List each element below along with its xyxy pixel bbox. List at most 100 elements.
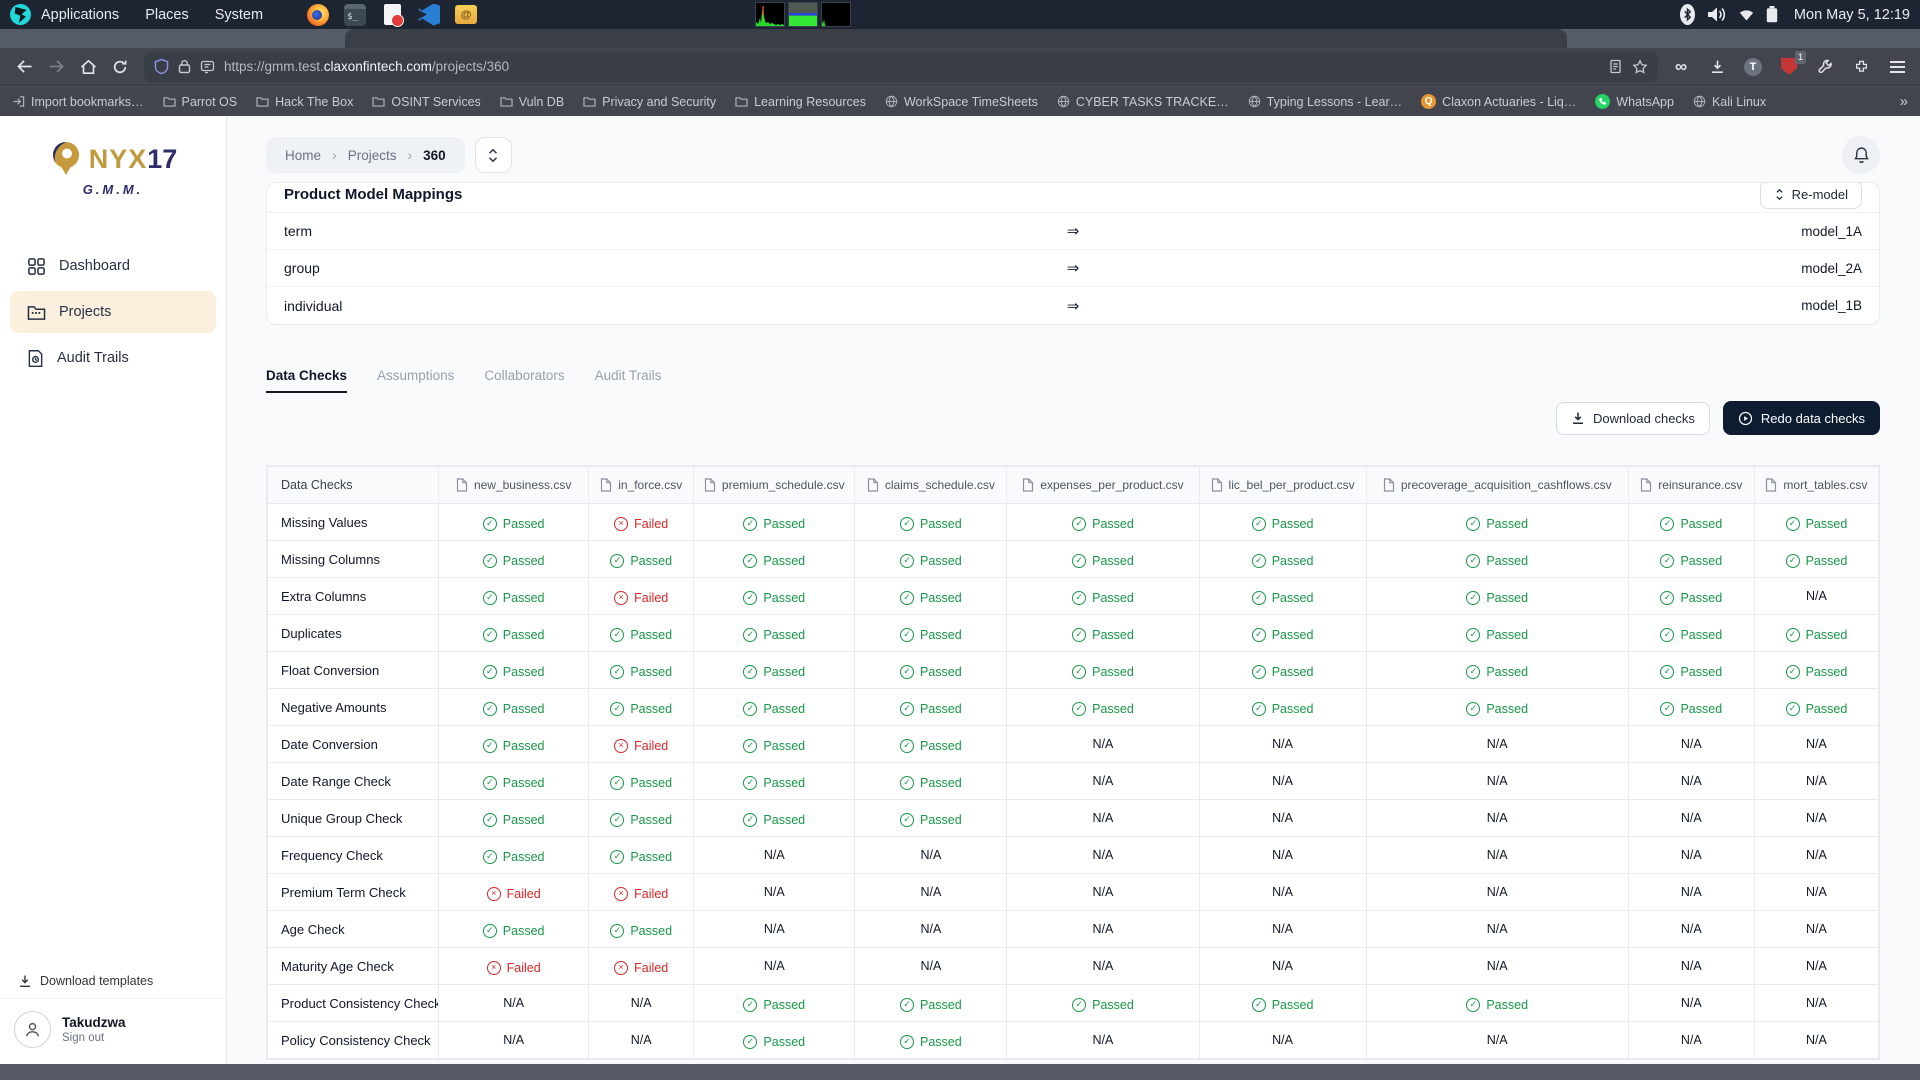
status-passed-chip: ✓Passed	[743, 665, 805, 679]
check-circle-icon: ✓	[900, 776, 914, 790]
sidebar-item-audit-trails[interactable]: Audit Trails	[10, 337, 216, 379]
status-passed-chip: ✓Passed	[610, 554, 672, 568]
status-na: N/A	[1272, 1033, 1293, 1047]
check-circle-icon: ✓	[1072, 554, 1086, 568]
downloads-icon[interactable]	[1702, 52, 1732, 82]
bookmark-label: Hack The Box	[275, 95, 353, 109]
reload-button[interactable]	[104, 52, 136, 82]
bookmark-kali-linux[interactable]: Kali Linux	[1693, 95, 1766, 109]
bluetooth-icon[interactable]	[1680, 4, 1695, 25]
bookmark-typing-lessons-lear[interactable]: Typing Lessons - Lear…	[1248, 95, 1403, 109]
check-circle-icon: ✓	[610, 628, 624, 642]
home-button[interactable]	[72, 52, 104, 82]
projects-folder-icon	[27, 304, 46, 321]
system-monitors[interactable]	[755, 2, 851, 27]
clock[interactable]: Mon May 5, 12:19	[1794, 7, 1910, 23]
project-switcher-button[interactable]	[475, 137, 512, 173]
active-tab[interactable]	[345, 29, 1567, 48]
check-row-extra-columns: Extra Columns✓Passed×Failed✓Passed✓Passe…	[268, 578, 1879, 615]
notifications-bell-icon[interactable]	[1842, 136, 1880, 174]
tab-assumptions[interactable]: Assumptions	[377, 368, 454, 393]
status-cell: ✓Passed	[589, 911, 694, 948]
check-circle-icon: ✓	[900, 517, 914, 531]
network-monitor[interactable]	[821, 2, 851, 27]
sign-out-link[interactable]: Sign out	[62, 1032, 126, 1044]
terminal-icon[interactable]: $_	[344, 4, 366, 26]
user-avatar[interactable]	[14, 1011, 51, 1048]
check-name: Duplicates	[268, 615, 439, 652]
menu-hamburger-icon[interactable]	[1882, 52, 1912, 82]
tab-collaborators[interactable]: Collaborators	[484, 368, 564, 393]
menu-places[interactable]: Places	[145, 7, 189, 23]
bookmark-osint-services[interactable]: OSINT Services	[372, 95, 480, 109]
status-passed-chip: ✓Passed	[1660, 665, 1722, 679]
download-templates-button[interactable]: Download templates	[0, 964, 226, 998]
status-label: Passed	[630, 924, 672, 938]
breadcrumb-projects[interactable]: Projects	[348, 148, 397, 163]
forward-button[interactable]	[40, 52, 72, 82]
bookmark-cyber-tasks-tracke[interactable]: CYBER TASKS TRACKE…	[1057, 95, 1229, 109]
bookmark-claxon-actuaries-liq[interactable]: QClaxon Actuaries - Liq…	[1421, 94, 1576, 109]
mapping-target: model_1A	[1801, 224, 1862, 239]
extensions-puzzle-icon[interactable]	[1846, 52, 1876, 82]
status-cell: N/A	[1199, 763, 1366, 800]
breadcrumb-home[interactable]: Home	[285, 148, 321, 163]
back-button[interactable]	[8, 52, 40, 82]
status-cell: N/A	[1628, 874, 1754, 911]
check-circle-icon: ✓	[743, 591, 757, 605]
network-icon[interactable]	[1739, 9, 1754, 21]
bookmark-import-bookmarks[interactable]: Import bookmarks…	[12, 95, 144, 109]
firefox-icon[interactable]	[307, 4, 329, 26]
vscode-icon[interactable]	[418, 4, 440, 26]
breadcrumb: Home›Projects›360	[266, 137, 465, 173]
bookmark-privacy-and-security[interactable]: Privacy and Security	[583, 95, 716, 109]
ublock-shield-icon[interactable]: 1	[1774, 52, 1804, 82]
bookmark-star-icon[interactable]	[1632, 59, 1648, 75]
url-text[interactable]: https://gmm.test.claxonfintech.com/proje…	[224, 59, 1600, 74]
re-model-button[interactable]: Re-model	[1760, 183, 1862, 209]
developer-wrench-icon[interactable]	[1810, 52, 1840, 82]
redo-data-checks-button[interactable]: Redo data checks	[1723, 401, 1880, 435]
cpu-monitor[interactable]	[755, 2, 785, 27]
reader-view-icon[interactable]	[1609, 59, 1622, 74]
mail-icon[interactable]: @	[455, 4, 477, 26]
permissions-icon[interactable]	[200, 60, 215, 74]
battery-icon[interactable]	[1766, 6, 1778, 23]
bookmark-hack-the-box[interactable]: Hack The Box	[256, 95, 353, 109]
status-label: Passed	[503, 665, 545, 679]
status-na: N/A	[1487, 959, 1508, 973]
tab-data-checks[interactable]: Data Checks	[266, 368, 347, 393]
bookmarks-overflow-chevron[interactable]: »	[1900, 93, 1908, 110]
status-na: N/A	[631, 996, 652, 1010]
ublock-badge: 1	[1795, 51, 1806, 64]
bookmark-vuln-db[interactable]: Vuln DB	[500, 95, 564, 109]
volume-icon[interactable]	[1707, 6, 1727, 23]
status-cell: N/A	[589, 985, 694, 1022]
lock-icon[interactable]	[178, 59, 191, 74]
status-cell: ✓Passed	[855, 1022, 1007, 1059]
text-editor-icon[interactable]	[381, 4, 403, 26]
parrot-os-logo-icon[interactable]	[10, 4, 31, 25]
goggles-extension-icon[interactable]: ∞	[1666, 52, 1696, 82]
download-checks-button[interactable]: Download checks	[1556, 402, 1710, 435]
menu-applications[interactable]: Applications	[41, 7, 119, 23]
status-cell: N/A	[1199, 1022, 1366, 1059]
bookmark-workspace-timesheets[interactable]: WorkSpace TimeSheets	[885, 95, 1038, 109]
url-bar[interactable]: https://gmm.test.claxonfintech.com/proje…	[144, 52, 1658, 82]
status-label: Passed	[763, 739, 805, 753]
x-circle-icon: ×	[614, 961, 628, 975]
bookmark-whatsapp[interactable]: WhatsApp	[1595, 94, 1674, 109]
check-circle-icon: ✓	[743, 1035, 757, 1049]
bookmark-learning-resources[interactable]: Learning Resources	[735, 95, 866, 109]
bookmark-parrot-os[interactable]: Parrot OS	[163, 95, 238, 109]
tab-audit-trails[interactable]: Audit Trails	[595, 368, 662, 393]
sidebar-item-dashboard[interactable]: Dashboard	[10, 245, 216, 287]
status-passed-chip: ✓Passed	[610, 813, 672, 827]
tracking-protection-shield-icon[interactable]	[154, 58, 169, 75]
menu-system[interactable]: System	[215, 7, 263, 23]
memory-monitor[interactable]	[788, 2, 818, 27]
extension-t-icon[interactable]: T	[1738, 52, 1768, 82]
sidebar-item-projects[interactable]: Projects	[10, 291, 216, 333]
breadcrumb-360[interactable]: 360	[423, 148, 446, 163]
table-header-expenses-per-product-csv: expenses_per_product.csv	[1007, 467, 1199, 504]
